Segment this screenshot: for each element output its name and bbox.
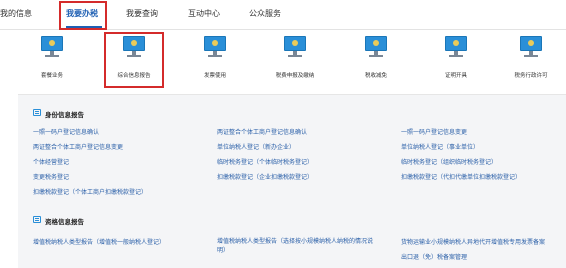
selected-service-highlight-box xyxy=(104,32,164,88)
link-item[interactable]: 个体经营登记 xyxy=(33,157,69,166)
link-item[interactable]: 扣缴税款登记（代扣代缴单位扣缴税款登记） xyxy=(401,172,521,181)
service-icon-row: 套餐业务 综合信息报告 发票使用 税费申报及缴纳 税收减免 证明开具 税务行政许… xyxy=(0,30,566,90)
service-tax-reduction[interactable]: 税收减免 xyxy=(341,36,411,79)
link-item[interactable]: 扣缴税款登记（企业扣缴税款登记） xyxy=(217,172,313,181)
link-item[interactable]: 扣缴税款登记（个体工商户扣缴税款登记） xyxy=(33,187,147,196)
service-declaration[interactable]: 税费申报及缴纳 xyxy=(260,36,330,79)
active-tab-highlight-box xyxy=(59,1,107,30)
service-label: 发票使用 xyxy=(203,73,226,79)
monitor-icon xyxy=(520,36,542,58)
link-item[interactable]: 两证整合个体工商户登记信息变更 xyxy=(33,142,123,151)
link-item[interactable]: 增值税纳税人类型报告（选择按小规模纳税人纳税的情况说明） xyxy=(217,237,377,255)
service-detail-panel: 身份信息报告 一照一码户登记信息确认 两证整合个体工商户登记信息确认 一照一码户… xyxy=(18,94,566,268)
section-title-qualification: 资格信息报告 xyxy=(45,218,84,226)
tab-my-info[interactable]: 我的信息 xyxy=(0,8,32,19)
tab-query[interactable]: 我要查询 xyxy=(126,8,158,19)
link-item[interactable]: 单位纳税人登记（事业单位） xyxy=(401,142,479,151)
service-invoice[interactable]: 发票使用 xyxy=(180,36,250,79)
tab-interaction-center[interactable]: 互动中心 xyxy=(188,8,220,19)
link-item[interactable]: 临时税务登记（个体临时税务登记） xyxy=(217,157,313,166)
link-item[interactable]: 货物运输业小规模纳税人异地代开增值税专用发票备案 xyxy=(401,237,545,246)
service-label: 税费申报及缴纳 xyxy=(275,73,315,79)
monitor-icon xyxy=(365,36,387,58)
link-item[interactable]: 出口退（免）税备案管理 xyxy=(401,252,467,261)
link-item[interactable]: 变更税务登记 xyxy=(33,172,69,181)
tab-public-service[interactable]: 公众服务 xyxy=(249,8,281,19)
service-admin-license[interactable]: 税务行政许可 xyxy=(496,36,566,79)
service-label: 证明开具 xyxy=(444,73,467,79)
list-icon xyxy=(33,109,41,116)
monitor-icon xyxy=(41,36,63,58)
top-navigation: 我的信息 我要办税 我要查询 互动中心 公众服务 xyxy=(0,0,566,30)
service-certificate[interactable]: 证明开具 xyxy=(421,36,491,79)
link-item[interactable]: 单位纳税人登记（新办企业） xyxy=(217,142,295,151)
service-label: 套餐业务 xyxy=(40,73,63,79)
monitor-icon xyxy=(445,36,467,58)
link-item[interactable]: 两证整合个体工商户登记信息确认 xyxy=(217,127,307,136)
list-icon xyxy=(33,216,41,223)
link-item[interactable]: 增值税纳税人类型报告（增值税一般纳税人登记） xyxy=(33,237,165,246)
link-item[interactable]: 一照一码户登记信息变更 xyxy=(401,127,467,136)
link-item[interactable]: 临时税务登记（组织临时税务登记） xyxy=(401,157,497,166)
service-label: 税务行政许可 xyxy=(514,73,548,79)
monitor-icon xyxy=(204,36,226,58)
link-item[interactable]: 一照一码户登记信息确认 xyxy=(33,127,99,136)
service-label: 税收减免 xyxy=(364,73,387,79)
section-title-identity: 身份信息报告 xyxy=(45,111,84,119)
monitor-icon xyxy=(284,36,306,58)
service-package[interactable]: 套餐业务 xyxy=(17,36,87,79)
